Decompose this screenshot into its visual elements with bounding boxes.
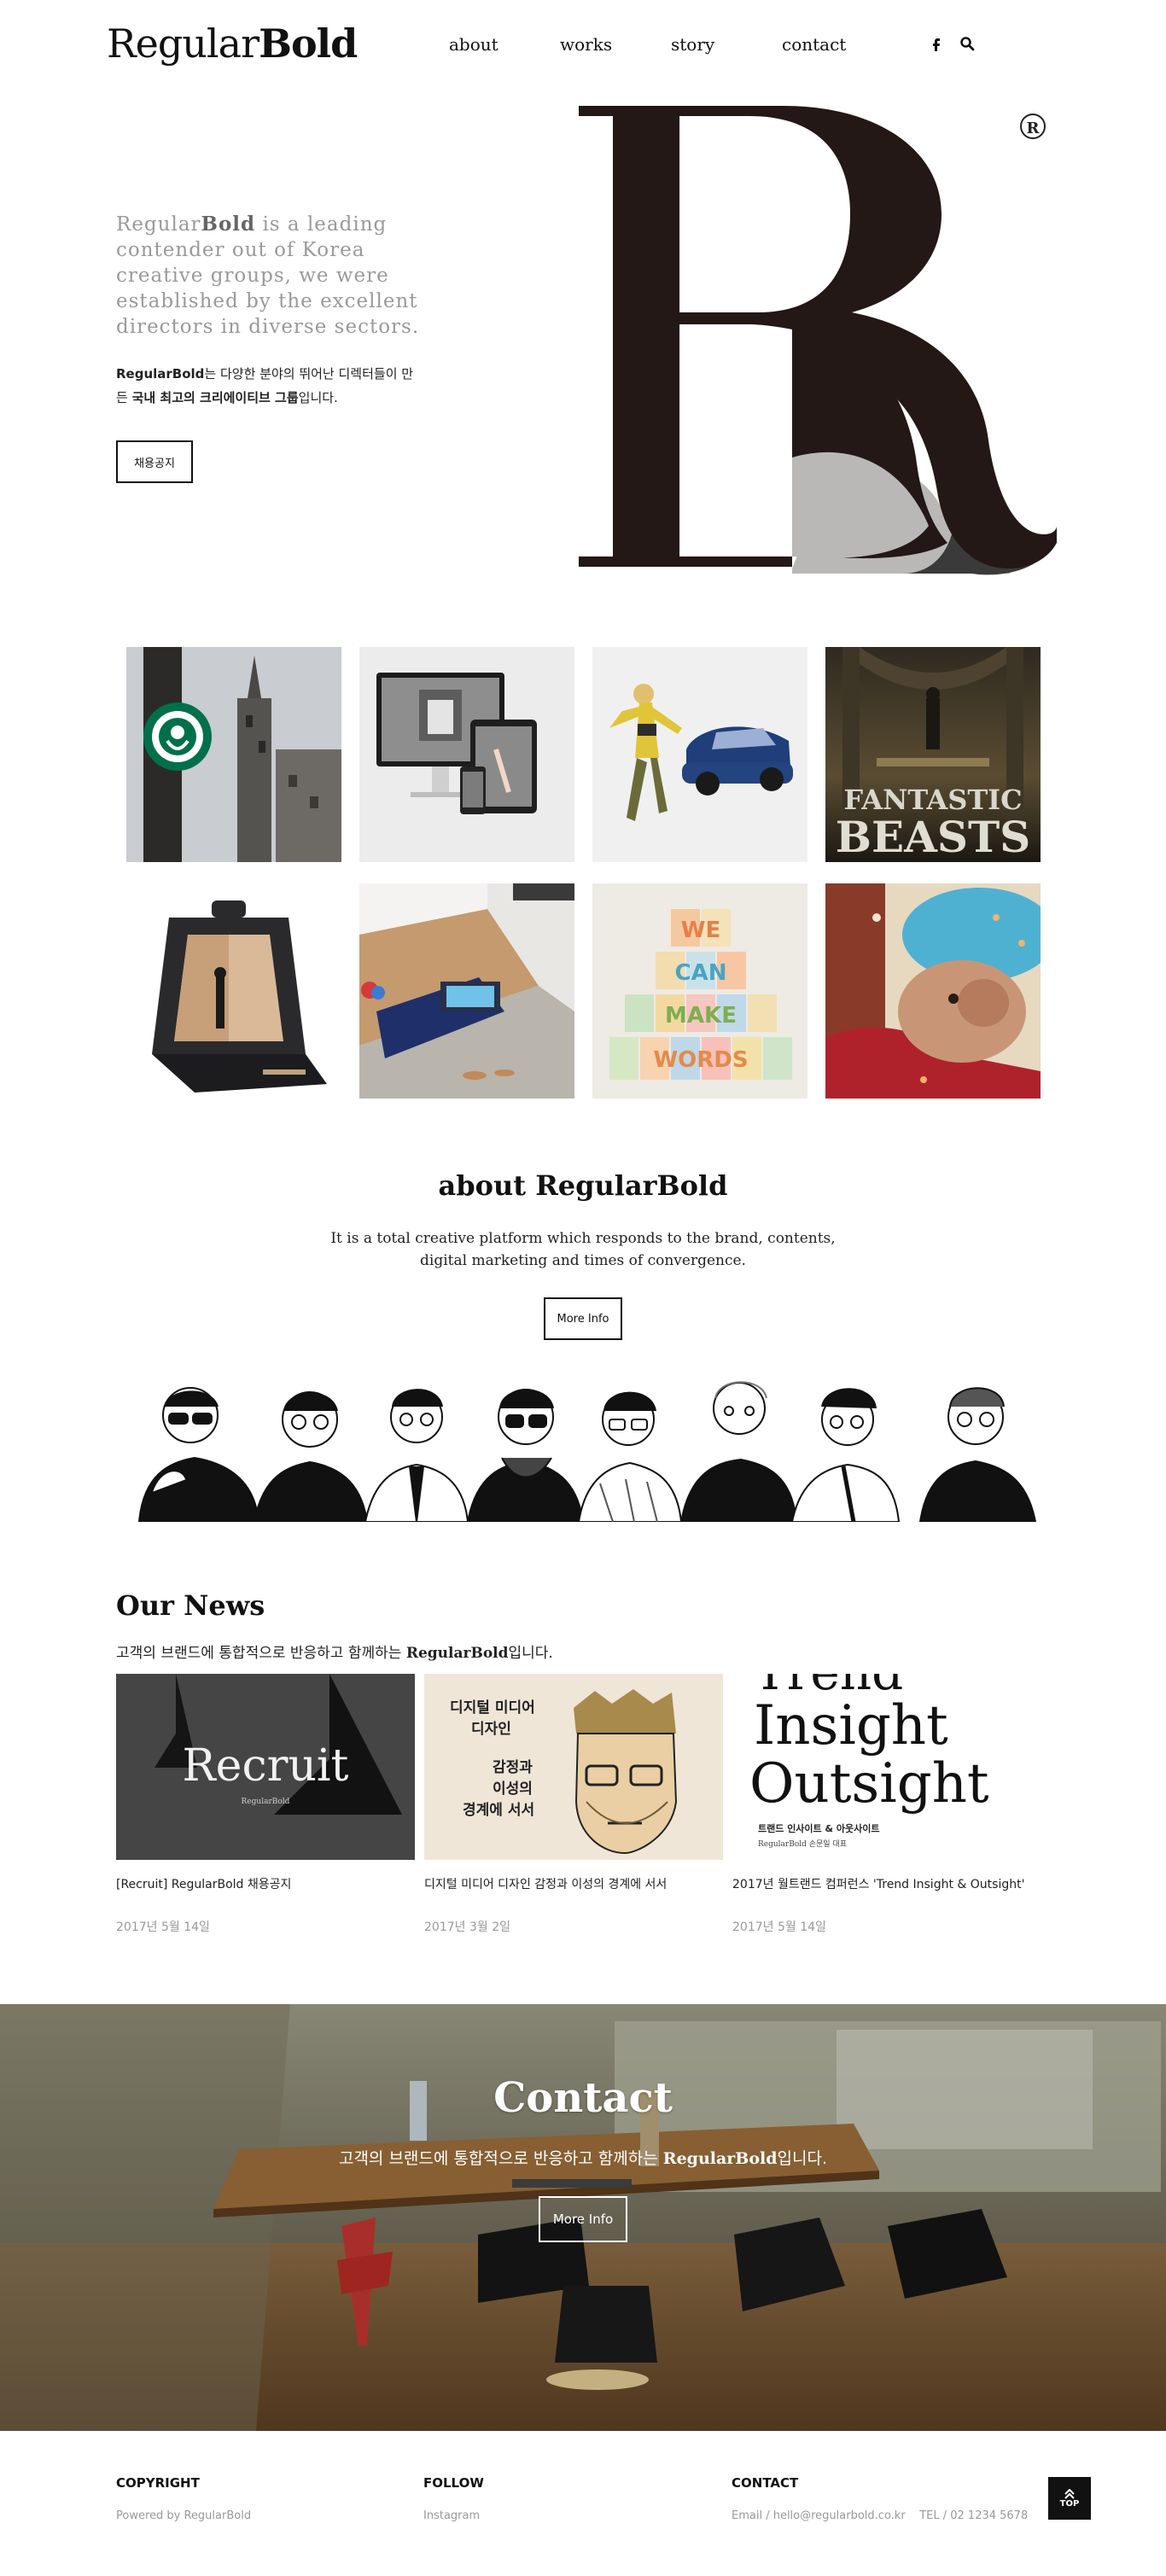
news-card-title[interactable]: [Recruit] RegularBold 채용공지	[116, 1875, 415, 1892]
big-b-logo-art: R	[579, 99, 1061, 577]
news-title: Our News	[116, 1589, 265, 1622]
logo-bold-text: Bold	[259, 20, 358, 67]
news-card-image-line: Insight	[754, 1694, 948, 1757]
work-tile-fantastic-beasts[interactable]: FANTASTIC BEASTS	[825, 647, 1041, 862]
news-section: Our News 고객의 브랜드에 통합적으로 반응하고 함께하는 Regula…	[116, 1589, 1055, 1935]
work-tile-starbucks[interactable]	[126, 647, 341, 862]
hero-kor-bold: 국내 최고의 크리에이티브 그룹	[131, 390, 299, 405]
news-card[interactable]: 디지털 미디어 디자인 감정과 이성의 경계에 서서 디지털 미디어 디자인 감…	[424, 1674, 723, 1935]
footer-copyright-text: Powered by RegularBold	[116, 2509, 252, 2522]
news-card-image-caption: 트랜드 인사이트 & 아웃사이트	[758, 1822, 880, 1834]
footer-contact-title: CONTACT	[732, 2475, 799, 2491]
footer-contact: CONTACT Email / hello@regularbold.co.kr …	[732, 2475, 1028, 2522]
hero-lead-regular: Regular	[116, 213, 201, 236]
footer-follow: FOLLOW Instagram	[423, 2475, 484, 2522]
words-line-words: WORDS	[653, 1047, 748, 1073]
words-line-can: CAN	[675, 960, 727, 986]
about-title-bold: Bold	[656, 1169, 728, 1202]
hero-lead-bold: Bold	[201, 213, 256, 236]
news-card-date: 2017년 5월 14일	[732, 1920, 826, 1934]
news-cards: Recruit RegularBold [Recruit] RegularBol…	[116, 1674, 1055, 1935]
news-card-image: Recruit RegularBold	[116, 1674, 415, 1860]
about-more-info-button[interactable]: More Info	[544, 1297, 622, 1340]
news-card-image: 디지털 미디어 디자인 감정과 이성의 경계에 서서	[424, 1674, 723, 1860]
news-subtitle: 고객의 브랜드에 통합적으로 반응하고 함께하는 RegularBold입니다.	[116, 1641, 1055, 1662]
nav-story[interactable]: story	[671, 34, 782, 55]
logo-regular-text: Regular	[107, 20, 259, 67]
search-icon[interactable]	[959, 36, 975, 51]
work-tile-product-box[interactable]	[126, 883, 341, 1099]
hero-kor-brand: RegularBold	[116, 366, 205, 382]
hero-kor-text-2: 입니다.	[298, 390, 338, 405]
about-description: It is a total creative platform which re…	[330, 1230, 836, 1269]
registered-mark: R	[1027, 119, 1041, 137]
about-section: about RegularBold It is a total creative…	[0, 1169, 1166, 1340]
contact-content: Contact 고객의 브랜드에 통합적으로 반응하고 함께하는 Regular…	[0, 2074, 1166, 2242]
hero-section: RegularBold is a leading contender out o…	[0, 94, 1166, 623]
header-icons	[929, 36, 975, 52]
contact-sub-text-1: 고객의 브랜드에 통합적으로 반응하고 함께하는	[338, 2149, 663, 2168]
words-line-make: MAKE	[665, 1003, 737, 1029]
news-card-image-line: Outsight	[749, 1752, 989, 1815]
footer-copyright-title: COPYRIGHT	[116, 2475, 200, 2491]
contact-sub-text-2: 입니다.	[777, 2149, 828, 2168]
news-card-image-brand: RegularBold	[242, 1798, 290, 1806]
work-tile-devices[interactable]	[359, 647, 574, 862]
recruit-button[interactable]: 채용공지	[116, 440, 193, 483]
work-tile-illustration[interactable]	[825, 883, 1041, 1099]
news-card-title[interactable]: 2017년 월트랜드 컴퍼런스 'Trend Insight & Outsigh…	[732, 1875, 1031, 1892]
nav-works[interactable]: works	[560, 34, 671, 55]
double-chevron-up-icon	[1064, 2488, 1075, 2499]
beasts-title-line-2: BEASTS	[836, 812, 1031, 862]
about-title-regular: about Regular	[438, 1169, 657, 1202]
page: RegularBold about works story contact Re…	[0, 0, 1166, 2576]
site-footer: COPYRIGHT Powered by RegularBold FOLLOW …	[0, 2431, 1166, 2576]
news-card[interactable]: Trend Insight Outsight 트랜드 인사이트 & 아웃사이트 …	[732, 1674, 1031, 1935]
news-card-date: 2017년 3월 2일	[424, 1920, 510, 1934]
site-header: RegularBold about works story contact	[0, 0, 1166, 94]
footer-contact-text: Email / hello@regularbold.co.kr TEL / 02…	[732, 2509, 1029, 2522]
news-card-image-line: 이성의	[493, 1780, 533, 1798]
news-sub-brand: RegularBold	[405, 1645, 509, 1662]
contact-title: Contact	[493, 2074, 673, 2122]
team-illustration	[135, 1373, 1048, 1523]
contact-section: Contact 고객의 브랜드에 통합적으로 반응하고 함께하는 Regular…	[0, 2004, 1166, 2431]
news-card-date: 2017년 5월 14일	[116, 1920, 210, 1934]
news-card-image-line: 감정과	[493, 1759, 533, 1776]
footer-copyright: COPYRIGHT Powered by RegularBold	[116, 2475, 251, 2522]
facebook-icon[interactable]	[929, 36, 944, 52]
about-title: about RegularBold	[0, 1169, 1166, 1202]
nav-contact[interactable]: contact	[782, 34, 893, 55]
words-line-we: WE	[681, 918, 720, 943]
work-tile-superhero-car[interactable]	[592, 647, 807, 862]
works-grid-section: FANTASTIC BEASTS WE CAN MAKE WORDS	[126, 647, 1041, 1099]
site-logo[interactable]: RegularBold	[107, 20, 358, 67]
scroll-top-label: TOP	[1059, 2498, 1080, 2509]
footer-instagram-link[interactable]: Instagram	[423, 2509, 480, 2522]
news-card-image-brand: RegularBold 손문일 대표	[758, 1839, 847, 1849]
scroll-top-button[interactable]: TOP	[1048, 2477, 1091, 2520]
contact-sub-brand: RegularBold	[662, 2149, 778, 2168]
news-card-title[interactable]: 디지털 미디어 디자인 감정과 이성의 경계에 서서	[424, 1875, 723, 1892]
work-tile-gallery[interactable]	[359, 883, 574, 1099]
work-tile-we-can-make-words[interactable]: WE CAN MAKE WORDS	[592, 883, 807, 1099]
news-card-image-text: Recruit	[183, 1740, 349, 1792]
nav-about[interactable]: about	[449, 34, 560, 55]
hero-lead: RegularBold is a leading contender out o…	[116, 212, 423, 340]
footer-follow-title: FOLLOW	[423, 2475, 484, 2491]
news-sub-text-1: 고객의 브랜드에 통합적으로 반응하고 함께하는	[116, 1645, 406, 1662]
news-card-image-line: 디자인	[471, 1721, 511, 1738]
news-card-image-line: 경계에 서서	[463, 1802, 534, 1819]
news-card-image-line: 디지털 미디어	[450, 1699, 535, 1716]
news-card[interactable]: Recruit RegularBold [Recruit] RegularBol…	[116, 1674, 415, 1935]
news-sub-text-2: 입니다.	[508, 1645, 553, 1662]
main-nav: about works story contact	[449, 34, 893, 55]
news-card-image: Trend Insight Outsight 트랜드 인사이트 & 아웃사이트 …	[732, 1674, 1031, 1860]
hero-korean-text: RegularBold는 다양한 분야의 뛰어난 디렉터들이 만든 국내 최고의…	[116, 362, 423, 410]
works-grid: FANTASTIC BEASTS WE CAN MAKE WORDS	[126, 647, 1041, 1099]
hero-text: RegularBold is a leading contender out o…	[116, 212, 423, 483]
contact-subtitle: 고객의 브랜드에 통합적으로 반응하고 함께하는 RegularBold입니다.	[0, 2146, 1166, 2169]
contact-more-info-button[interactable]: More Info	[539, 2196, 627, 2242]
